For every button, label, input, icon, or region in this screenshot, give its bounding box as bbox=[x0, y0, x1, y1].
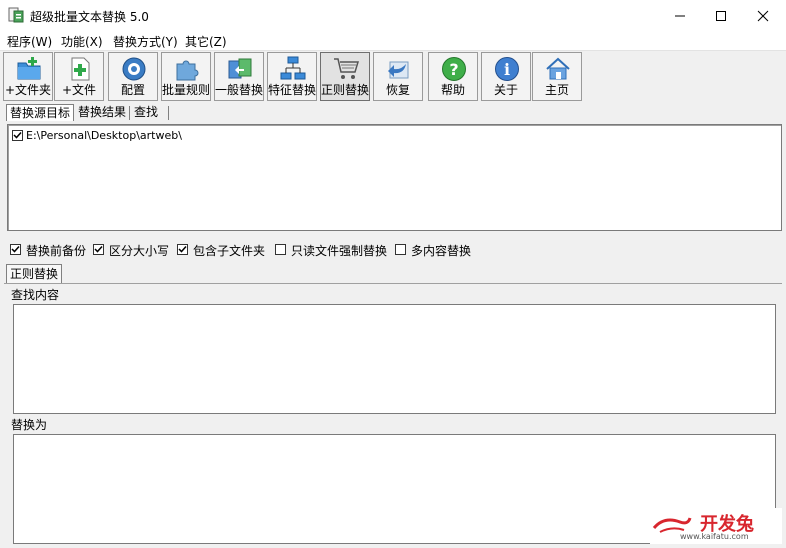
toolbar: +文件夹 +文件 配置 批量规则 一般替换 特征替换 正则替换 恢复 ? 帮助 … bbox=[0, 50, 786, 102]
maximize-icon bbox=[716, 10, 726, 21]
close-button[interactable] bbox=[740, 0, 786, 31]
tab-regex-replace[interactable]: 正则替换 bbox=[6, 264, 63, 283]
normal-replace-label: 一般替换 bbox=[215, 83, 264, 97]
about-button[interactable]: i 关于 bbox=[481, 52, 531, 101]
restore-label: 恢复 bbox=[385, 83, 410, 97]
window-title: 超级批量文本替换 5.0 bbox=[30, 10, 149, 24]
tab-search[interactable]: 查找 bbox=[131, 104, 161, 121]
puzzle-icon bbox=[174, 56, 200, 82]
tab-divider bbox=[73, 106, 74, 120]
multi-content-label: 多内容替换 bbox=[411, 244, 472, 258]
help-label: 帮助 bbox=[440, 83, 465, 97]
config-label: 配置 bbox=[120, 83, 145, 97]
menu-other[interactable]: 其它(Z) bbox=[185, 33, 227, 50]
folder-add-icon bbox=[16, 56, 42, 82]
restore-button[interactable]: 恢复 bbox=[373, 52, 423, 101]
home-button[interactable]: 主页 bbox=[532, 52, 582, 101]
regex-replace-button[interactable]: 正则替换 bbox=[320, 52, 370, 101]
checkmark-icon bbox=[178, 245, 187, 253]
multi-content-checkbox[interactable] bbox=[395, 244, 406, 255]
app-icon bbox=[8, 7, 24, 23]
checkmark-icon bbox=[11, 245, 20, 253]
tab-divider bbox=[168, 106, 169, 120]
source-target-list[interactable]: E:\Personal\Desktop\artweb\ bbox=[7, 124, 782, 231]
svg-text:i: i bbox=[504, 60, 510, 79]
add-file-label: +文件 bbox=[61, 83, 97, 97]
swap-icon bbox=[227, 56, 253, 82]
config-button[interactable]: 配置 bbox=[108, 52, 158, 101]
svg-text:?: ? bbox=[449, 60, 458, 79]
find-content-header: 查找内容 bbox=[11, 286, 777, 304]
find-content-textarea[interactable] bbox=[13, 304, 776, 414]
force-readonly-checkbox[interactable] bbox=[275, 244, 286, 255]
checkmark-icon bbox=[13, 131, 22, 139]
feature-replace-button[interactable]: 特征替换 bbox=[267, 52, 317, 101]
about-label: 关于 bbox=[493, 83, 518, 97]
maximize-button[interactable] bbox=[698, 0, 744, 31]
menu-function[interactable]: 功能(X) bbox=[61, 33, 103, 50]
file-add-icon bbox=[67, 56, 93, 82]
case-sensitive-checkbox[interactable] bbox=[93, 244, 104, 255]
home-label: 主页 bbox=[544, 83, 569, 97]
checkmark-icon bbox=[94, 245, 103, 253]
find-content-label: 查找内容 bbox=[11, 288, 60, 302]
menu-program[interactable]: 程序(W) bbox=[7, 33, 52, 50]
info-icon: i bbox=[494, 56, 520, 82]
add-folder-label: +文件夹 bbox=[4, 83, 52, 97]
source-item-path: E:\Personal\Desktop\artweb\ bbox=[26, 129, 182, 142]
minimize-button[interactable] bbox=[657, 0, 703, 31]
include-subfolders-label: 包含子文件夹 bbox=[193, 244, 266, 258]
tab-source-target[interactable]: 替换源目标 bbox=[6, 104, 75, 121]
cart-icon bbox=[333, 56, 360, 82]
backup-before-replace-label: 替换前备份 bbox=[26, 244, 87, 258]
network-icon bbox=[280, 56, 306, 82]
watermark-url: www.kaifatu.com bbox=[680, 532, 749, 541]
config-gear-icon bbox=[121, 56, 147, 82]
batch-rules-label: 批量规则 bbox=[162, 83, 211, 97]
backup-before-replace-checkbox[interactable] bbox=[10, 244, 21, 255]
include-subfolders-checkbox[interactable] bbox=[177, 244, 188, 255]
minimize-icon bbox=[675, 15, 685, 16]
watermark-logo: 开发兔 www.kaifatu.com bbox=[650, 508, 782, 544]
force-readonly-label: 只读文件强制替换 bbox=[291, 244, 388, 258]
replace-with-label: 替换为 bbox=[11, 418, 48, 432]
list-item[interactable]: E:\Personal\Desktop\artweb\ bbox=[12, 129, 412, 143]
menu-bar: 程序(W) 功能(X) 替换方式(Y) 其它(Z) bbox=[0, 31, 786, 51]
tab-panel-border bbox=[4, 283, 782, 284]
help-icon: ? bbox=[441, 56, 467, 82]
menu-replace-mode[interactable]: 替换方式(Y) bbox=[113, 33, 178, 50]
help-button[interactable]: ? 帮助 bbox=[428, 52, 478, 101]
title-bar: 超级批量文本替换 5.0 bbox=[0, 0, 786, 31]
tab-divider bbox=[129, 106, 130, 120]
add-file-button[interactable]: +文件 bbox=[54, 52, 104, 101]
case-sensitive-label: 区分大小写 bbox=[109, 244, 170, 258]
close-icon bbox=[757, 10, 769, 21]
feature-replace-label: 特征替换 bbox=[268, 83, 317, 97]
batch-rules-button[interactable]: 批量规则 bbox=[161, 52, 211, 101]
restore-arrow-icon bbox=[386, 56, 412, 82]
normal-replace-button[interactable]: 一般替换 bbox=[214, 52, 264, 101]
regex-replace-label: 正则替换 bbox=[321, 83, 370, 97]
replace-with-header: 替换为 bbox=[11, 416, 777, 434]
tab-replace-result[interactable]: 替换结果 bbox=[75, 104, 129, 121]
add-folder-button[interactable]: +文件夹 bbox=[3, 52, 53, 101]
source-item-checkbox[interactable] bbox=[12, 130, 23, 141]
home-icon bbox=[545, 56, 571, 82]
